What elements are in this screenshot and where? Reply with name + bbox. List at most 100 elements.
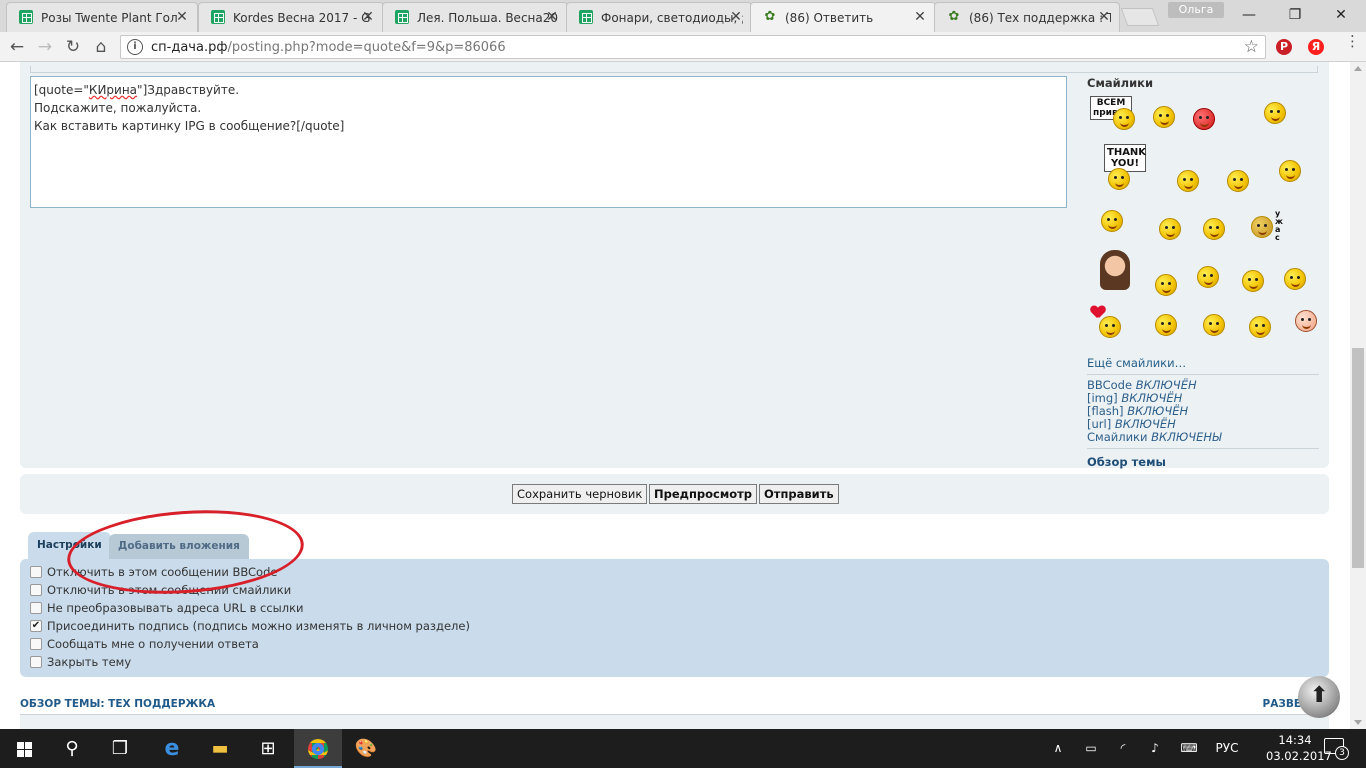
browser-tab-1[interactable]: Розы Twente Plant Гол ✕	[6, 2, 198, 32]
new-tab-button[interactable]	[1120, 8, 1160, 26]
smilies-status-link[interactable]: Смайлики	[1087, 430, 1147, 444]
smiley-cheer[interactable]	[1203, 314, 1225, 336]
smiley-blush[interactable]	[1249, 316, 1271, 338]
chrome-icon[interactable]	[294, 729, 342, 768]
smiley-pink-bow[interactable]	[1264, 102, 1286, 124]
smiley-arms-out[interactable]	[1227, 170, 1249, 192]
message-textarea[interactable]: [quote="КИрина"]Здравствуйте. Подскажите…	[30, 76, 1067, 208]
language-indicator[interactable]: РУС	[1212, 729, 1242, 768]
option-no-url-links[interactable]: Не преобразовывать адреса URL в ссылки	[20, 599, 1329, 617]
battery-icon[interactable]: ▭	[1080, 729, 1102, 768]
page-scrollbar[interactable]	[1350, 62, 1366, 729]
smiley-clown[interactable]	[1295, 310, 1317, 332]
smiley-scream[interactable]	[1159, 218, 1181, 240]
close-icon[interactable]: ✕	[361, 9, 375, 25]
smiley-cavegirl[interactable]	[1100, 250, 1130, 290]
submit-button[interactable]: Отправить	[759, 484, 839, 504]
smiley-love[interactable]	[1099, 316, 1121, 338]
smiley-smile[interactable]	[1197, 266, 1219, 288]
topic-review-link[interactable]: Обзор темы	[1087, 455, 1319, 469]
tray-overflow-icon[interactable]: ∧	[1048, 729, 1068, 768]
url-path: /posting.php?mode=quote&f=9&p=86066	[227, 40, 506, 55]
reload-icon[interactable]: ↻	[62, 36, 84, 58]
close-icon[interactable]: ✕	[545, 9, 559, 25]
smiley-grin[interactable]	[1279, 160, 1301, 182]
smiley-laugh[interactable]	[1177, 170, 1199, 192]
checkbox[interactable]	[30, 656, 42, 668]
notifications-icon[interactable]: 3	[1324, 738, 1349, 760]
option-notify-reply[interactable]: Сообщать мне о получении ответа	[20, 635, 1329, 653]
sign-text: ВСЕМ	[1096, 98, 1126, 108]
browser-tab-5-active[interactable]: ✿ (86) Ответить ✕	[750, 2, 936, 32]
info-icon[interactable]: i	[127, 39, 143, 55]
address-bar[interactable]: i сп-дача.рф/posting.php?mode=quote&f=9&…	[120, 35, 1266, 59]
checkbox[interactable]	[30, 566, 42, 578]
forward-arrow-icon[interactable]: →	[34, 36, 56, 58]
close-icon[interactable]: ✕	[175, 9, 189, 25]
scroll-up-icon[interactable]	[1354, 66, 1362, 71]
option-attach-signature[interactable]: ✔ Присоединить подпись (подпись можно изм…	[20, 617, 1329, 635]
smiley-horror[interactable]	[1251, 216, 1273, 238]
smilies-status: Смайлики ВКЛЮЧЕНЫ	[1087, 431, 1319, 444]
bookmark-star-icon[interactable]: ☆	[1244, 37, 1259, 57]
checkbox-checked[interactable]: ✔	[30, 620, 42, 632]
more-smilies-link[interactable]: Ещё смайлики…	[1087, 356, 1319, 370]
clock[interactable]: 14:34 03.02.2017	[1266, 732, 1332, 764]
save-draft-button[interactable]: Сохранить черновик	[512, 484, 648, 504]
img-label: [img]	[1087, 391, 1118, 405]
divider	[1087, 448, 1319, 449]
close-icon[interactable]: ✕	[913, 9, 927, 25]
restore-icon[interactable]: ❐	[1272, 4, 1318, 26]
close-icon[interactable]: ✕	[729, 9, 743, 25]
file-explorer-icon[interactable]: ▬	[196, 729, 244, 768]
smiley-devil[interactable]	[1155, 314, 1177, 336]
store-icon[interactable]: ⊞	[244, 729, 292, 768]
smiley-thankyou[interactable]	[1108, 168, 1130, 190]
smiley-wave[interactable]	[1153, 106, 1175, 128]
task-view-icon[interactable]: ❐	[96, 729, 144, 768]
scroll-down-icon[interactable]	[1354, 720, 1362, 725]
browser-tab-2[interactable]: Kordes Весна 2017 - G ✕	[198, 2, 384, 32]
preview-button[interactable]: Предпросмотр	[649, 484, 758, 504]
checkbox[interactable]	[30, 638, 42, 650]
smiley-hello[interactable]	[1113, 108, 1135, 130]
smiley-happy[interactable]	[1242, 270, 1264, 292]
browser-tab-6[interactable]: ✿ (86) Тех поддержка : Т ✕	[934, 2, 1120, 32]
editor-line-3: Как вставить картинку IPG в сообщение?[/…	[34, 119, 345, 133]
start-button[interactable]	[0, 729, 48, 768]
back-arrow-icon[interactable]: ←	[6, 36, 28, 58]
scrollbar-thumb[interactable]	[1352, 348, 1364, 568]
sheets-icon	[395, 10, 409, 24]
topic-review-expand[interactable]: РАЗВЕ	[1263, 698, 1301, 710]
option-lock-topic[interactable]: Закрыть тему	[20, 653, 1329, 671]
browser-tab-3[interactable]: Лея. Польша. Весна20 ✕	[382, 2, 568, 32]
browser-toolbar: ← → ↻ ⌂ i сп-дача.рф/posting.php?mode=qu…	[0, 32, 1366, 62]
checkbox[interactable]	[30, 602, 42, 614]
profile-button[interactable]: Ольга	[1168, 2, 1224, 18]
close-window-icon[interactable]: ✕	[1318, 4, 1364, 26]
minimize-icon[interactable]: —	[1226, 4, 1272, 26]
bbcode-link[interactable]: BBCode	[1087, 378, 1132, 392]
search-icon[interactable]: ⚲	[48, 729, 96, 768]
scroll-to-top-button[interactable]: ⬆	[1298, 676, 1340, 718]
smiley-red-cap[interactable]	[1193, 108, 1215, 130]
paint-icon[interactable]: 🎨	[342, 729, 390, 768]
windows-logo-icon	[17, 742, 32, 757]
wifi-icon[interactable]: ◜	[1112, 729, 1134, 768]
pinterest-icon[interactable]: P	[1276, 39, 1292, 55]
menu-icon[interactable]: ⋮	[1345, 34, 1360, 49]
smiley-cry[interactable]	[1101, 210, 1123, 232]
browser-tab-4[interactable]: Фонари, светодиоды, ; ✕	[566, 2, 752, 32]
smiley-wink[interactable]	[1155, 274, 1177, 296]
yandex-icon[interactable]: Я	[1308, 39, 1324, 55]
checkbox[interactable]	[30, 584, 42, 596]
keyboard-icon[interactable]: ⌨	[1176, 729, 1202, 768]
volume-icon[interactable]: ♪	[1144, 729, 1166, 768]
home-icon[interactable]: ⌂	[90, 36, 112, 58]
smiley-shock[interactable]	[1284, 268, 1306, 290]
smiley-teeth[interactable]	[1203, 218, 1225, 240]
edge-icon[interactable]: e	[148, 729, 196, 768]
smiley-thankyou-sign[interactable]: THANK YOU!	[1104, 144, 1146, 172]
topic-review-title[interactable]: ОБЗОР ТЕМЫ: ТЕХ ПОДДЕРЖКА	[20, 698, 215, 710]
close-icon[interactable]: ✕	[1097, 9, 1111, 25]
